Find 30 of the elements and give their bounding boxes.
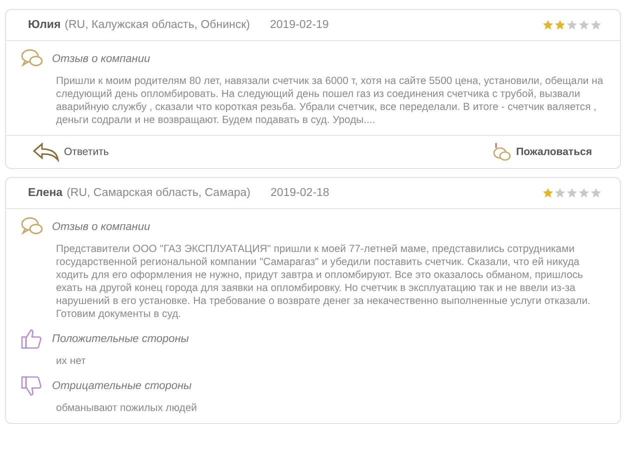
reply-link[interactable]: Ответить	[32, 142, 109, 162]
author-name: Юлия	[28, 19, 61, 31]
section-title: Отзыв о компании	[52, 221, 150, 233]
star-icon	[554, 19, 566, 31]
section-title: Положительные стороны	[52, 333, 189, 345]
star-icon	[554, 187, 566, 199]
review-date: 2019-02-18	[270, 187, 330, 199]
thumbs-down-icon	[20, 374, 44, 398]
star-icon	[590, 187, 602, 199]
complain-link[interactable]: Пожаловаться	[492, 142, 592, 162]
star-icon	[590, 19, 602, 31]
author-name: Елена	[28, 187, 63, 199]
thumbs-up-icon	[20, 327, 44, 351]
review-text: Представители ООО "ГАЗ ЭКСПЛУАТАЦИЯ" пришли к моей 77-летней маме, представились сотрудниками государственной региональной компании "Самарагаз" и убедили поставить счетчик. Сказали, что ей никуда ходить для его оформления не нужно, придут завтра и опломбируют. Все это оказалось обманом, пришлось ехать на другой конец города для заявки на опломбировку. Но счетчик в эксплуатацию так и не ввели из-за нарушений в его установке. На требование о возврате денег за некачественно выполненные услуги отказали. Готовим документы в суд.	[56, 243, 592, 321]
author-location: (RU, Самарская область, Самара)	[66, 187, 250, 199]
star-icon	[578, 187, 590, 199]
section-title: Отрицательные стороны	[52, 380, 192, 392]
star-icon	[542, 187, 554, 199]
author-location: (RU, Калужская область, Обнинск)	[64, 19, 250, 31]
star-icon	[578, 19, 590, 31]
reply-arrow-icon	[32, 142, 60, 162]
review-text: их нет	[56, 355, 87, 368]
review-date: 2019-02-19	[270, 19, 329, 31]
star-icon	[566, 19, 578, 31]
review-text: Пришли к моим родителям 80 лет, навязали счетчик за 6000 т, хотя на сайте 5500 цена, установили, обещали на следующий день опломбировать. На следующий день пошел газ из соединения счетчика с трубой, вызвали аварийную службу , сказали что короткая резьба. Убрали счетчик, все переделали. В итоге - счетчик валяется , деньги содрали и не возвращают. Будем подавать в суд. Уроды....	[56, 75, 604, 127]
complaint-bubble-icon	[492, 142, 512, 162]
section-title: Отзыв о компании	[52, 53, 150, 65]
star-icon	[542, 19, 554, 31]
review-text: обманывают пожилых людей	[56, 402, 198, 415]
star-icon	[566, 187, 578, 199]
